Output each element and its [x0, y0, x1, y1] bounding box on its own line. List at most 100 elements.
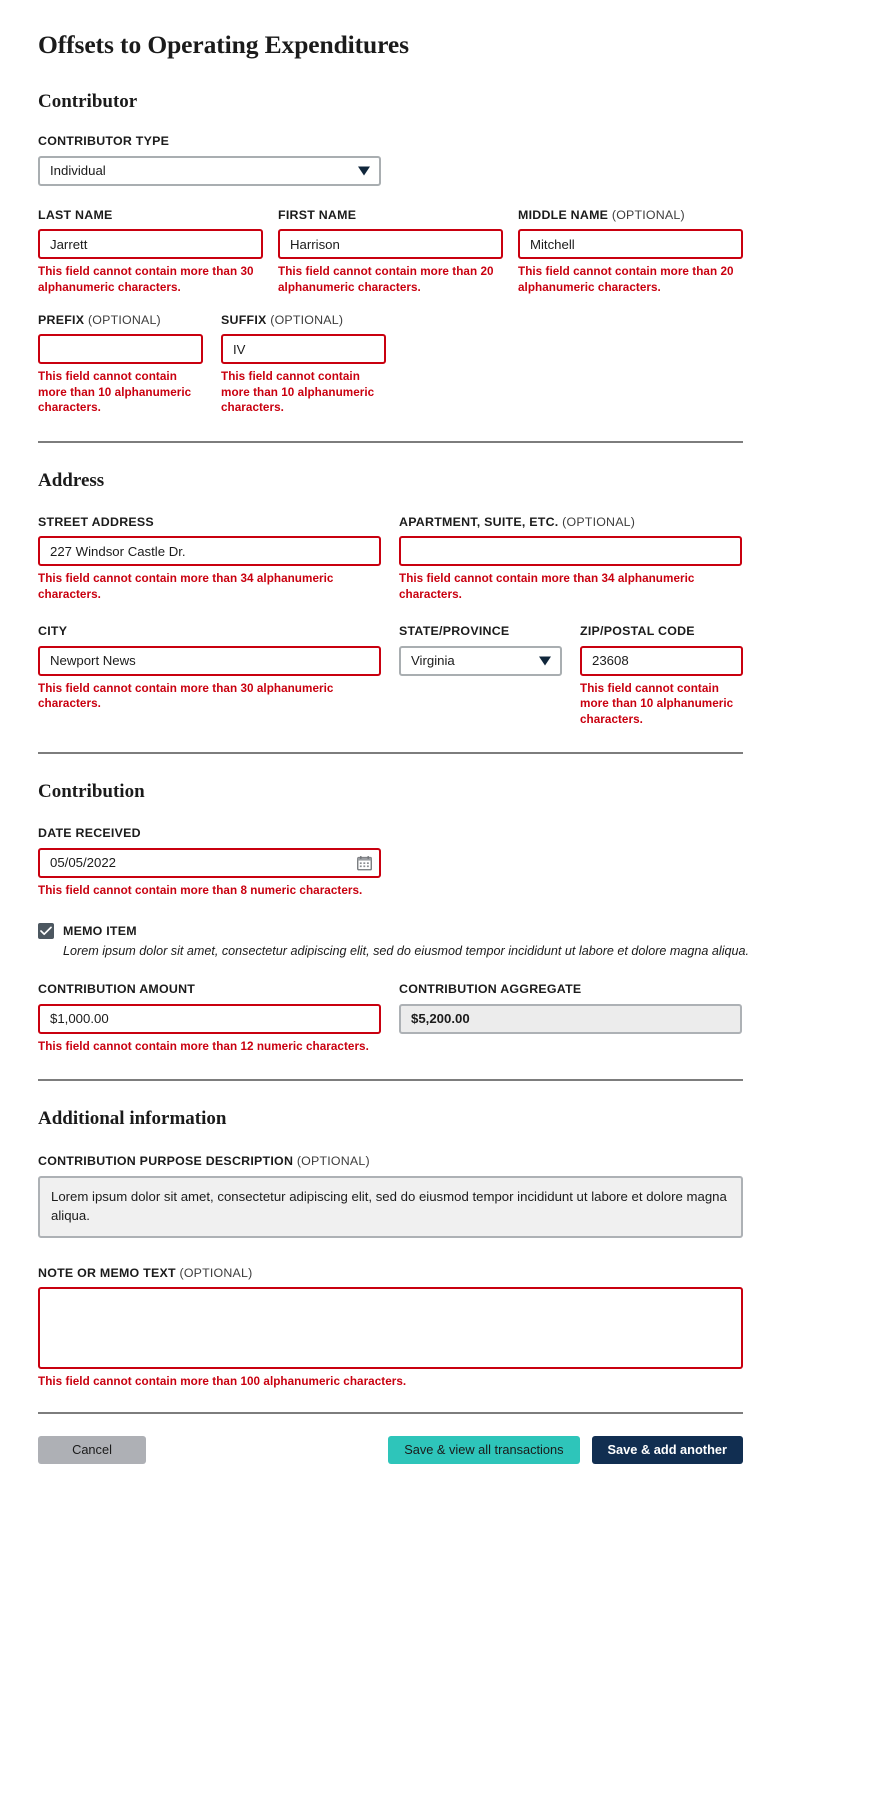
contribution-section: Contribution DATE RECEIVED 05/05/2022 Th… [38, 781, 847, 1054]
note-memo-label: NOTE OR MEMO TEXT (OPTIONAL) [38, 1266, 743, 1282]
prefix-suffix-row: PREFIX (OPTIONAL) This field cannot cont… [38, 313, 847, 416]
middle-name-input[interactable] [518, 229, 743, 260]
form-actions: Cancel Save & view all transactions Save… [38, 1435, 743, 1504]
date-received-field: DATE RECEIVED 05/05/2022 This field cann… [38, 826, 381, 898]
last-name-input[interactable] [38, 229, 263, 260]
save-and-view-transactions-button[interactable]: Save & view all transactions [388, 1435, 580, 1464]
additional-information-section: Additional information CONTRIBUTION PURP… [38, 1108, 847, 1389]
form-page: Offsets to Operating Expenditures Contri… [0, 0, 885, 1504]
date-received-input[interactable] [38, 847, 381, 878]
cancel-button[interactable]: Cancel [38, 1435, 146, 1464]
suffix-error: This field cannot contain more than 10 a… [221, 370, 375, 415]
middle-name-label-text: MIDDLE NAME [518, 207, 609, 222]
suffix-field: SUFFIX (OPTIONAL) This field cannot cont… [221, 313, 386, 416]
divider-contributor [38, 440, 743, 443]
apartment-field: APARTMENT, SUITE, ETC. (OPTIONAL) This f… [399, 515, 742, 603]
date-row: DATE RECEIVED 05/05/2022 This field cann… [38, 826, 847, 898]
street-address-label: STREET ADDRESS [38, 514, 154, 529]
street-address-field: STREET ADDRESS This field cannot contain… [38, 515, 381, 603]
purpose-description-field: CONTRIBUTION PURPOSE DESCRIPTION (OPTION… [38, 1154, 743, 1238]
apartment-label: APARTMENT, SUITE, ETC. (OPTIONAL) [399, 515, 742, 531]
note-memo-field: NOTE OR MEMO TEXT (OPTIONAL) This field … [38, 1266, 743, 1390]
apartment-label-text: APARTMENT, SUITE, ETC. [399, 514, 559, 529]
contribution-amount-label: CONTRIBUTION AMOUNT [38, 982, 196, 997]
contributor-heading: Contributor [38, 90, 138, 112]
zip-input[interactable] [580, 645, 743, 676]
city-input[interactable] [38, 645, 381, 676]
purpose-description-label: CONTRIBUTION PURPOSE DESCRIPTION (OPTION… [38, 1154, 743, 1170]
last-name-error: This field cannot contain more than 30 a… [38, 265, 254, 294]
divider-footer [38, 1411, 743, 1414]
apartment-error: This field cannot contain more than 34 a… [399, 572, 695, 601]
purpose-description-optional: (OPTIONAL) [296, 1154, 370, 1169]
additional-information-heading: Additional information [38, 1108, 227, 1130]
contribution-amount-field: CONTRIBUTION AMOUNT This field cannot co… [38, 982, 381, 1054]
note-row: NOTE OR MEMO TEXT (OPTIONAL) This field … [38, 1266, 847, 1390]
city-field: CITY This field cannot contain more than… [38, 624, 381, 727]
date-received-error: This field cannot contain more than 8 nu… [38, 883, 363, 897]
purpose-row: CONTRIBUTION PURPOSE DESCRIPTION (OPTION… [38, 1154, 847, 1238]
first-name-error: This field cannot contain more than 20 a… [278, 265, 494, 294]
first-name-field: FIRST NAME This field cannot contain mor… [278, 208, 503, 296]
save-and-add-another-button[interactable]: Save & add another [591, 1435, 743, 1464]
apartment-input[interactable] [399, 536, 742, 566]
prefix-input[interactable] [38, 334, 203, 365]
name-row: LAST NAME This field cannot contain more… [38, 208, 847, 296]
city-error: This field cannot contain more than 30 a… [38, 681, 334, 711]
contribution-aggregate-label: CONTRIBUTION AGGREGATE [399, 982, 582, 997]
page-title: Offsets to Operating Expenditures [38, 30, 409, 59]
contribution-amount-input[interactable] [38, 1003, 381, 1034]
suffix-optional: (OPTIONAL) [270, 312, 344, 327]
divider-contribution [38, 1079, 743, 1082]
street-address-error: This field cannot contain more than 34 a… [38, 572, 334, 601]
zip-label: ZIP/POSTAL CODE [580, 624, 695, 639]
memo-item-row[interactable]: MEMO ITEM [38, 923, 847, 940]
address-section: Address STREET ADDRESS This field cannot… [38, 470, 847, 728]
contributor-type-select[interactable] [38, 155, 381, 186]
first-name-label: FIRST NAME [278, 207, 357, 222]
state-select-wrap [399, 645, 562, 676]
note-memo-textarea[interactable] [38, 1287, 743, 1370]
memo-item-description: Lorem ipsum dolor sit amet, consectetur … [63, 944, 750, 959]
contributor-type-field: CONTRIBUTOR TYPE [38, 134, 381, 186]
last-name-field: LAST NAME This field cannot contain more… [38, 208, 263, 296]
prefix-label-text: PREFIX [38, 312, 85, 327]
contributor-type-select-wrap [38, 155, 381, 186]
street-address-input[interactable] [38, 536, 381, 566]
prefix-error: This field cannot contain more than 10 a… [38, 370, 192, 415]
contribution-heading: Contribution [38, 781, 145, 803]
contribution-aggregate-input [399, 1003, 742, 1034]
purpose-description-label-text: CONTRIBUTION PURPOSE DESCRIPTION [38, 1154, 294, 1169]
divider-address [38, 752, 743, 755]
city-label: CITY [38, 624, 68, 639]
suffix-input[interactable] [221, 334, 386, 365]
contributor-type-label: CONTRIBUTOR TYPE [38, 134, 170, 149]
state-field: STATE/PROVINCE [399, 624, 562, 727]
purpose-description-textarea: Lorem ipsum dolor sit amet, consectetur … [38, 1175, 743, 1238]
note-memo-error: This field cannot contain more than 100 … [38, 1375, 407, 1389]
note-memo-label-text: NOTE OR MEMO TEXT [38, 1265, 176, 1280]
date-input-wrap [38, 847, 381, 878]
prefix-optional: (OPTIONAL) [87, 312, 161, 327]
state-label: STATE/PROVINCE [399, 624, 510, 639]
contributor-section: Contributor CONTRIBUTOR TYPE LAST NAME T… [38, 91, 847, 416]
check-icon [40, 926, 52, 936]
middle-name-optional: (OPTIONAL) [611, 207, 685, 222]
memo-item-label: MEMO ITEM [63, 924, 137, 939]
memo-item-checkbox[interactable] [38, 923, 54, 940]
address-heading: Address [38, 469, 105, 491]
street-row: STREET ADDRESS This field cannot contain… [38, 515, 847, 603]
contribution-aggregate-field: CONTRIBUTION AGGREGATE [399, 982, 742, 1054]
date-received-label: DATE RECEIVED [38, 826, 141, 841]
middle-name-field: MIDDLE NAME (OPTIONAL) This field cannot… [518, 208, 743, 296]
middle-name-label: MIDDLE NAME (OPTIONAL) [518, 208, 743, 224]
memo-item-block: MEMO ITEM Lorem ipsum dolor sit amet, co… [38, 923, 847, 960]
middle-name-error: This field cannot contain more than 20 a… [518, 265, 734, 294]
state-select[interactable] [399, 645, 562, 676]
amount-row: CONTRIBUTION AMOUNT This field cannot co… [38, 982, 847, 1054]
contribution-amount-error: This field cannot contain more than 12 n… [38, 1039, 369, 1053]
suffix-label-text: SUFFIX [221, 312, 267, 327]
suffix-label: SUFFIX (OPTIONAL) [221, 313, 386, 329]
prefix-label: PREFIX (OPTIONAL) [38, 313, 203, 329]
first-name-input[interactable] [278, 229, 503, 260]
